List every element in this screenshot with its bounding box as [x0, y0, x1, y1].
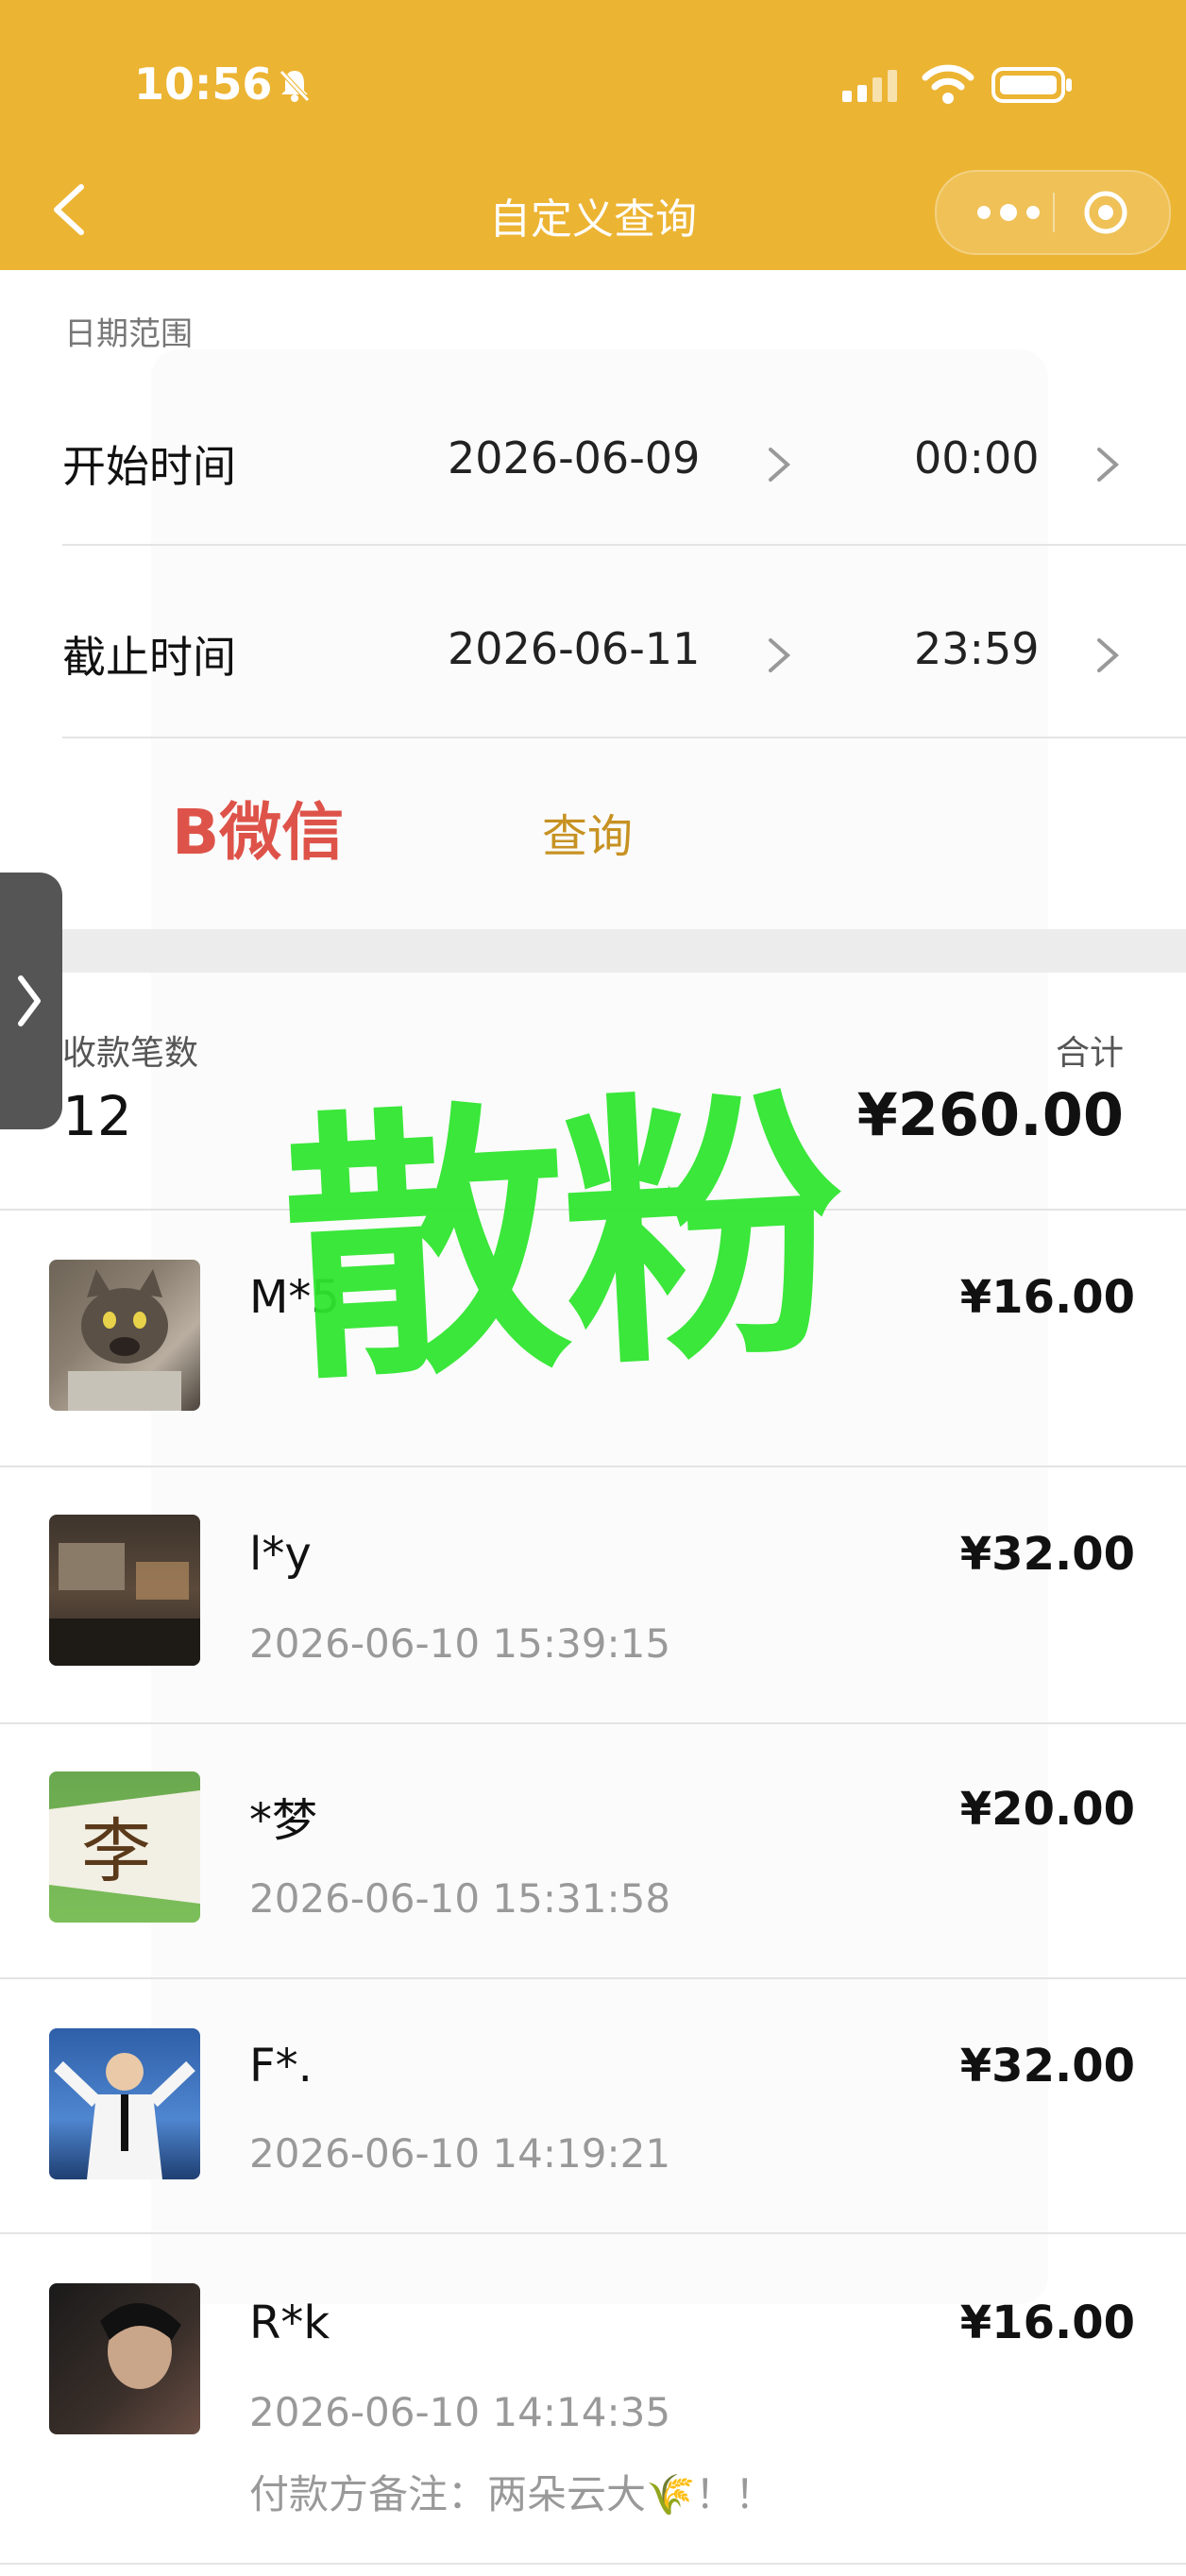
- side-expand-icon[interactable]: [15, 973, 43, 1029]
- chevron-right-icon[interactable]: [765, 635, 793, 676]
- payer-name: l*y: [249, 1528, 312, 1581]
- payment-amount: ¥32.00: [959, 2040, 1135, 2093]
- wifi-icon: [922, 64, 974, 104]
- count-value: 12: [62, 1084, 132, 1148]
- cat-photo: [68, 1269, 181, 1411]
- payment-amount: ¥20.00: [959, 1783, 1135, 1836]
- avatar: 李: [49, 1771, 200, 1923]
- avatar: [49, 2028, 200, 2179]
- divider: [0, 1977, 1186, 1979]
- section-gap: [0, 929, 1186, 973]
- payment-amount: ¥32.00: [959, 1528, 1135, 1581]
- more-dots-icon[interactable]: [974, 196, 1042, 229]
- divider: [0, 2563, 1186, 2565]
- room-photo: [49, 1543, 200, 1666]
- watermark-text: 散粉: [276, 1060, 849, 1420]
- avatar-li-text: 李: [81, 1811, 151, 1892]
- query-button[interactable]: 查询: [542, 799, 633, 865]
- divider: [62, 737, 1186, 738]
- payer-name: R*k: [249, 2296, 330, 2349]
- payer-note: 付款方备注：两朵云大🌾！！: [249, 2471, 775, 2517]
- chevron-right-icon[interactable]: [1093, 444, 1122, 485]
- total-value: ¥260.00: [856, 1080, 1124, 1149]
- status-time: 10:56: [134, 59, 273, 110]
- mini-program-capsule[interactable]: [935, 170, 1171, 255]
- end-date-value[interactable]: 2026-06-11: [448, 623, 700, 674]
- portrait-photo: [100, 2302, 181, 2389]
- payment-amount: ¥16.00: [959, 2296, 1135, 2349]
- start-time-value[interactable]: 00:00: [914, 432, 1040, 483]
- chevron-right-icon[interactable]: [1093, 635, 1122, 676]
- start-date-value[interactable]: 2026-06-09: [448, 432, 700, 483]
- divider: [0, 1722, 1186, 1724]
- signal-icon: [842, 70, 897, 102]
- payer-name: *梦: [249, 1794, 318, 1847]
- count-label: 收款笔数: [62, 1034, 199, 1073]
- battery-icon: [991, 67, 1072, 103]
- target-icon[interactable]: [1082, 189, 1129, 236]
- date-range-label: 日期范围: [64, 315, 193, 353]
- side-expand-tab[interactable]: [0, 873, 62, 1129]
- divider: [0, 2232, 1186, 2234]
- chevron-right-icon[interactable]: [765, 444, 793, 485]
- avatar: [49, 1515, 200, 1666]
- avatar: [49, 1260, 200, 1411]
- name-card-photo: 李: [49, 1790, 200, 1904]
- overlay-brand-text: B微信: [172, 796, 345, 869]
- capsule-divider: [1053, 193, 1055, 232]
- divider: [62, 544, 1186, 546]
- payment-time: 2026-06-10 15:31:58: [249, 1875, 671, 1922]
- payment-time: 2026-06-10 14:19:21: [249, 2130, 671, 2177]
- total-label: 合计: [1055, 1034, 1124, 1073]
- end-time-value[interactable]: 23:59: [914, 623, 1040, 674]
- payment-time: 2026-06-10 15:39:15: [249, 1620, 671, 1667]
- mute-bell-icon: [280, 70, 310, 102]
- payment-time: 2026-06-10 14:14:35: [249, 2389, 671, 2435]
- header-bar: 10:56 自定义查询: [0, 0, 1186, 270]
- divider: [0, 1466, 1186, 1467]
- payer-name: F*.: [249, 2040, 313, 2093]
- avatar: [49, 2283, 200, 2434]
- payment-amount: ¥16.00: [959, 1271, 1135, 1324]
- end-time-label: 截止时间: [62, 632, 236, 683]
- performer-photo: [54, 2053, 195, 2179]
- start-time-label: 开始时间: [62, 441, 236, 492]
